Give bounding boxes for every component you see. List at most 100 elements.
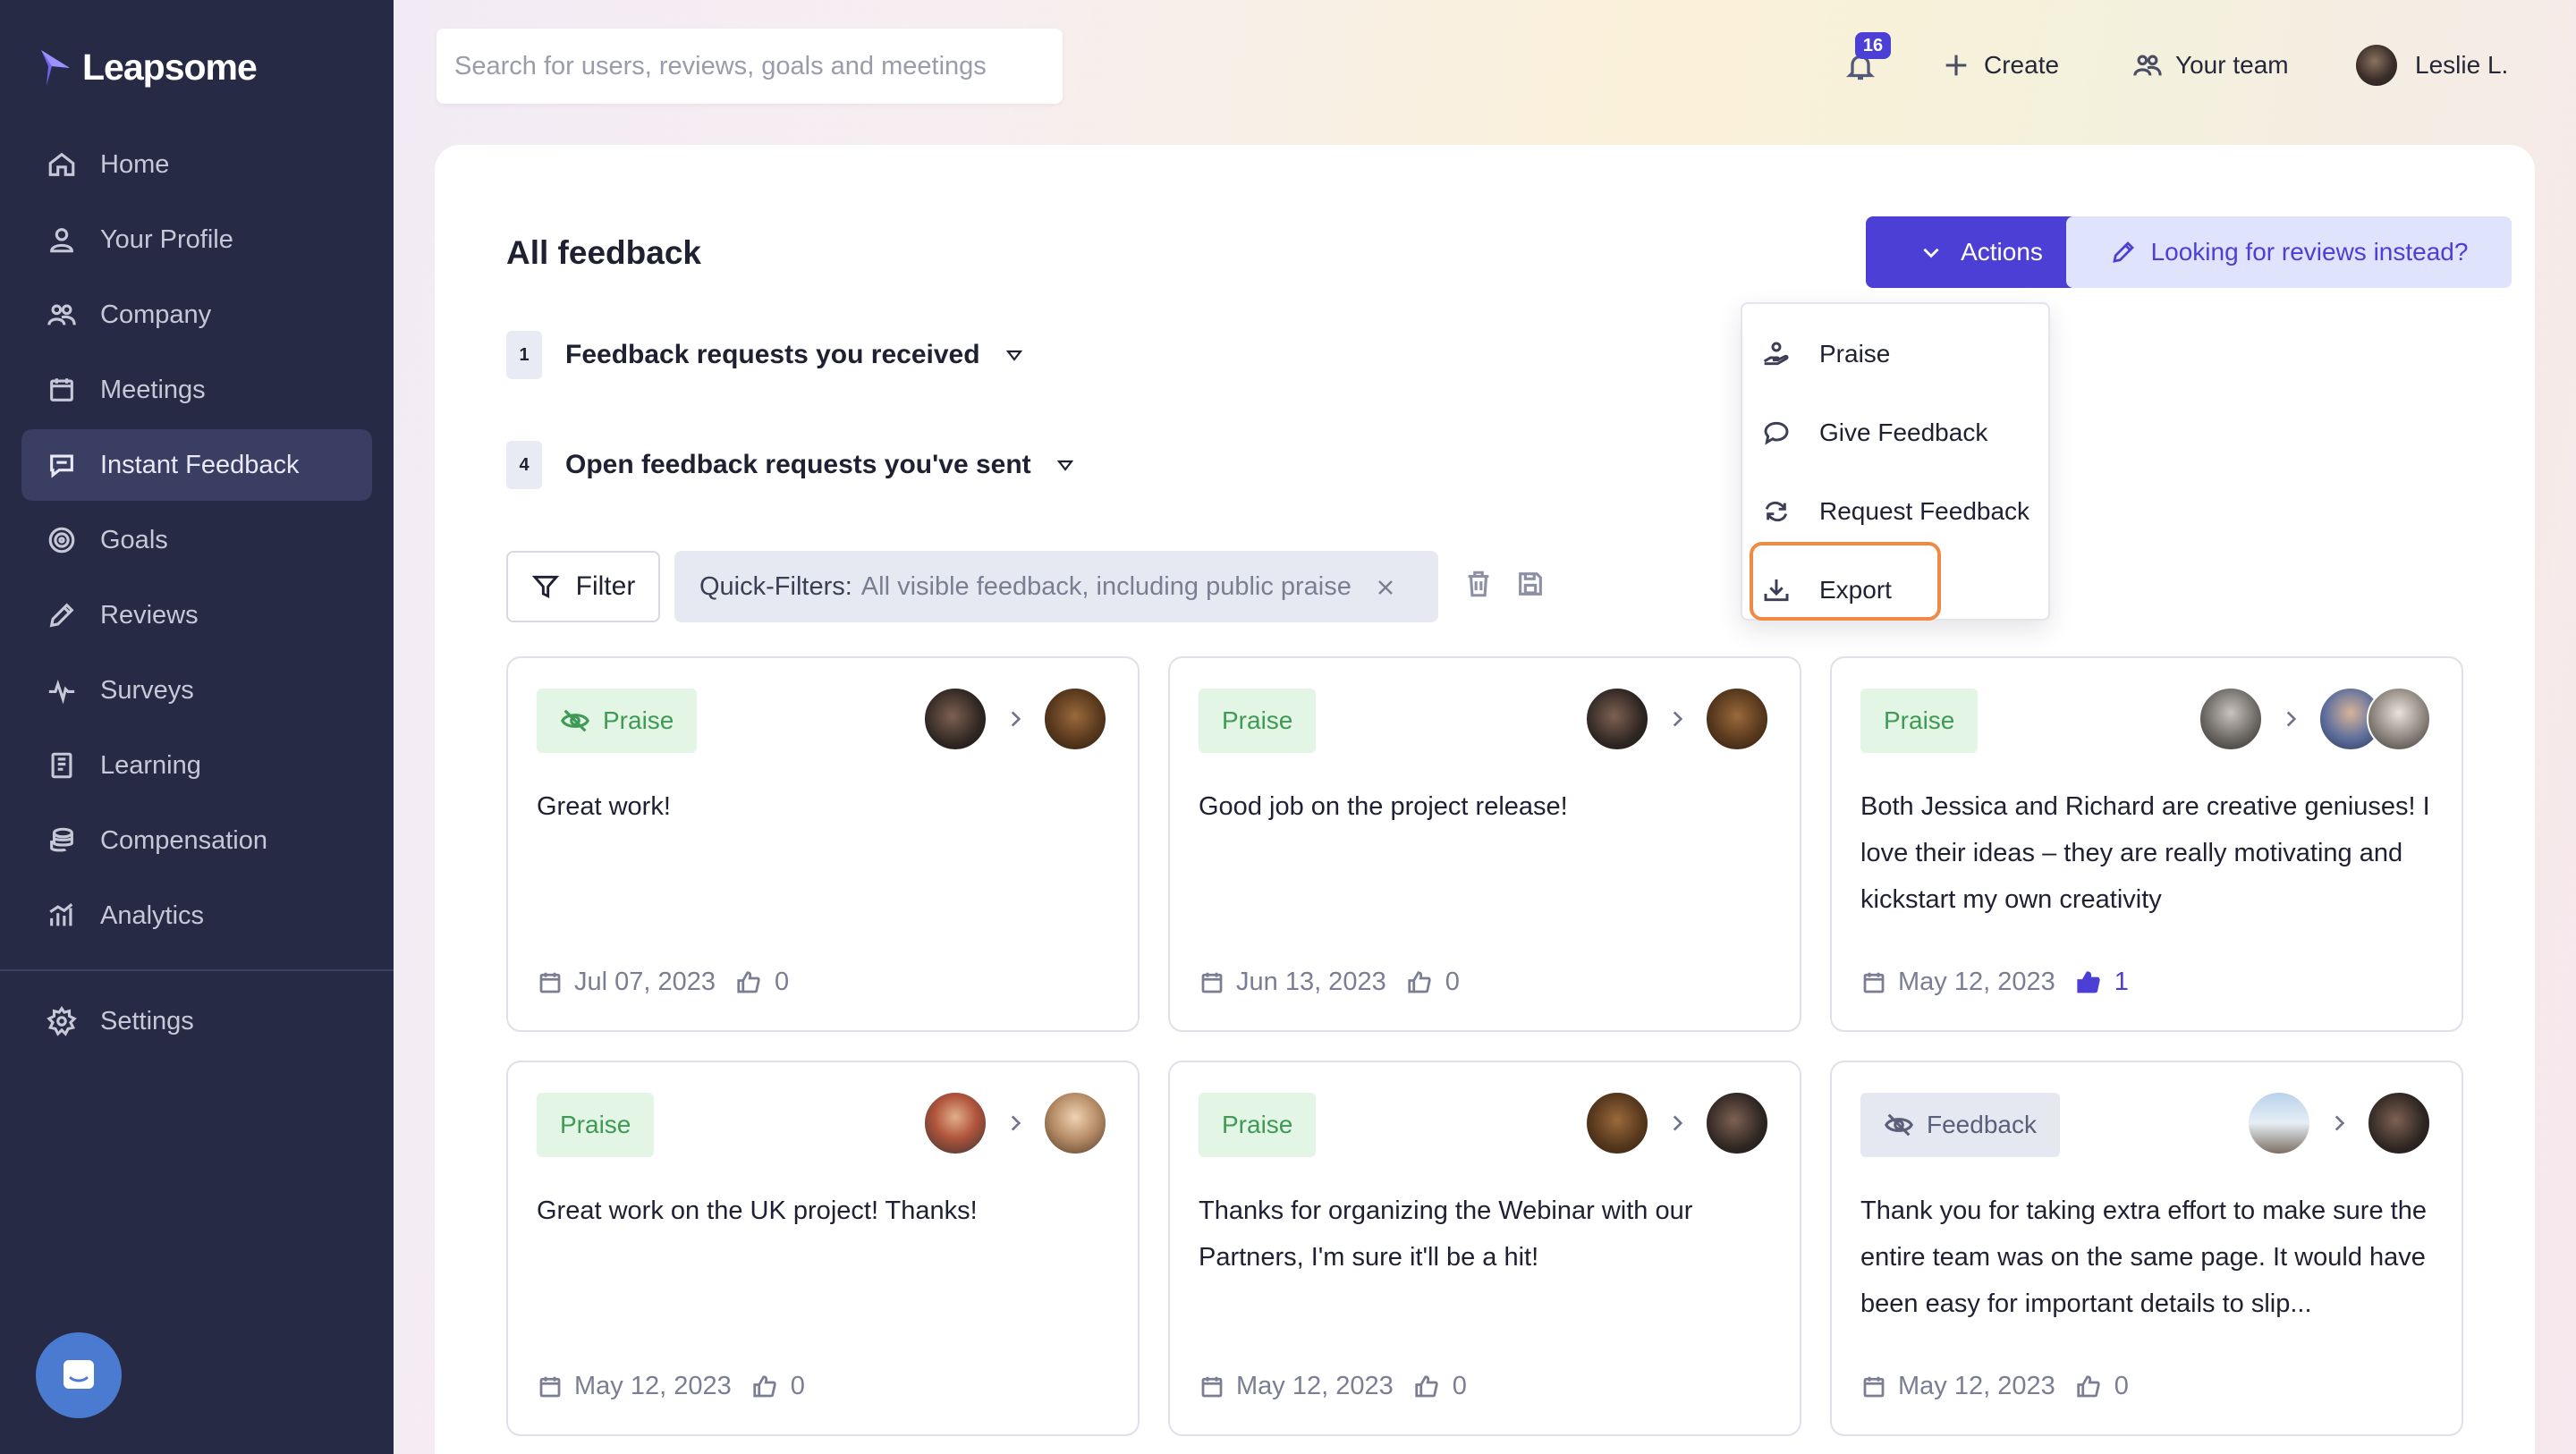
menu-item-request-feedback[interactable]: Request Feedback <box>1762 479 2029 544</box>
feedback-card[interactable]: Praise Great work on the UK project! Tha… <box>506 1061 1140 1436</box>
like-count: 0 <box>1452 1372 1467 1400</box>
home-icon <box>48 152 75 176</box>
sidebar-divider <box>0 969 394 971</box>
user-icon <box>50 228 73 253</box>
brand-logo[interactable]: Leapsome <box>39 46 258 89</box>
pencil-icon <box>49 603 74 628</box>
sidebar-item-label: Compensation <box>100 825 267 855</box>
sidebar-item-instant-feedback[interactable]: Instant Feedback <box>21 429 372 501</box>
praise-hand-icon <box>1763 342 1789 366</box>
sidebar-item-label: Instant Feedback <box>100 450 300 479</box>
book-icon <box>51 752 72 779</box>
sidebar-item-label: Reviews <box>100 600 199 630</box>
feedback-date: May 12, 2023 <box>1236 1372 1394 1400</box>
sidebar-item-label: Settings <box>100 1006 194 1036</box>
like-count: 0 <box>775 968 790 996</box>
actions-button[interactable]: Actions <box>1866 216 2097 288</box>
avatar[interactable] <box>1043 1091 1107 1155</box>
avatar[interactable] <box>923 687 987 751</box>
your-team-button[interactable]: Your team <box>2132 43 2289 88</box>
like-button[interactable]: 0 <box>2075 1372 2129 1401</box>
feedback-card[interactable]: Praise Great work! Jul 07, 2023 0 <box>506 656 1140 1032</box>
feedback-meta: Jul 07, 2023 0 <box>537 968 789 997</box>
feedback-meta: Jun 13, 2023 0 <box>1199 968 1460 997</box>
sidebar-item-meetings[interactable]: Meetings <box>21 354 372 426</box>
save-icon <box>1519 572 1542 596</box>
avatar[interactable] <box>2199 687 2263 751</box>
sidebar-item-learning[interactable]: Learning <box>21 730 372 801</box>
delete-filter-button[interactable] <box>1463 569 1497 603</box>
sidebar-item-label: Learning <box>100 750 201 780</box>
clear-filter-button[interactable] <box>1375 576 1396 597</box>
menu-item-give-feedback[interactable]: Give Feedback <box>1762 401 1987 465</box>
create-button[interactable]: Create <box>1941 43 2059 88</box>
sidebar-item-settings[interactable]: Settings <box>21 985 372 1057</box>
feedback-participants <box>1585 687 1769 751</box>
sidebar-item-compensation[interactable]: Compensation <box>21 805 372 876</box>
feedback-card[interactable]: Praise Good job on the project release! … <box>1168 656 1801 1032</box>
calendar-icon <box>1201 972 1223 993</box>
requests-sent-toggle[interactable]: 4 Open feedback requests you've sent <box>506 441 1076 489</box>
pulse-icon <box>48 679 75 705</box>
search-input[interactable] <box>454 51 1063 81</box>
tag-label: Praise <box>1222 1111 1293 1138</box>
avatar[interactable] <box>1585 687 1649 751</box>
sidebar-item-company[interactable]: Company <box>21 279 372 351</box>
like-button[interactable]: 0 <box>1413 1372 1467 1401</box>
thumbs-up-icon <box>753 1374 776 1397</box>
save-filter-button[interactable] <box>1515 569 1549 603</box>
sidebar-nav: Home Your Profile Company Meetings Insta… <box>21 129 372 955</box>
triangle-down-icon <box>1056 460 1073 471</box>
sidebar-settings-group: Settings <box>21 985 372 1061</box>
trash-icon <box>1468 571 1489 597</box>
filter-button[interactable]: Filter <box>506 551 660 622</box>
sidebar-item-home[interactable]: Home <box>21 129 372 200</box>
avatar[interactable] <box>1585 1091 1649 1155</box>
like-count: 0 <box>2114 1372 2129 1400</box>
feedback-text: Both Jessica and Richard are creative ge… <box>1860 792 2430 914</box>
avatar[interactable] <box>2247 1091 2311 1155</box>
praise-tag: Praise <box>537 1093 655 1157</box>
praise-tag: Praise <box>1199 1093 1317 1157</box>
feedback-date: May 12, 2023 <box>1898 968 2055 996</box>
feedback-text: Great work on the UK project! Thanks! <box>537 1196 978 1225</box>
feedback-card[interactable]: Feedback Thank you for taking extra effo… <box>1830 1061 2463 1436</box>
sidebar-item-your-profile[interactable]: Your Profile <box>21 204 372 275</box>
like-button[interactable]: 0 <box>735 968 789 997</box>
like-button[interactable]: 1 <box>2075 968 2129 997</box>
user-menu[interactable]: Leslie L. <box>2356 43 2508 88</box>
avatar[interactable] <box>1705 687 1769 751</box>
sidebar-item-analytics[interactable]: Analytics <box>21 880 372 951</box>
reviews-instead-button[interactable]: Looking for reviews instead? <box>2066 216 2512 288</box>
global-search[interactable] <box>436 29 1063 104</box>
avatar[interactable] <box>923 1091 987 1155</box>
support-chat-button[interactable] <box>36 1332 122 1418</box>
eye-off-icon <box>1885 1113 1913 1137</box>
user-name: Leslie L. <box>2415 51 2509 79</box>
sidebar-item-surveys[interactable]: Surveys <box>21 655 372 726</box>
avatar[interactable] <box>1705 1091 1769 1155</box>
like-button[interactable]: 0 <box>751 1372 805 1401</box>
requests-received-toggle[interactable]: 1 Feedback requests you received <box>506 331 1025 379</box>
sidebar-item-label: Goals <box>100 525 168 554</box>
menu-item-praise[interactable]: Praise <box>1762 322 1890 386</box>
feedback-card[interactable]: Praise Both Jessica and Richard are crea… <box>1830 656 2463 1032</box>
avatar[interactable] <box>2367 687 2431 751</box>
feedback-text: Good job on the project release! <box>1199 792 1568 821</box>
speech-bubble-icon <box>1764 421 1789 445</box>
menu-item-export[interactable]: Export <box>1762 558 1892 622</box>
download-icon <box>1764 579 1789 602</box>
chevron-right-icon <box>2334 1115 2345 1131</box>
your-team-label: Your team <box>2175 51 2289 79</box>
sidebar-item-label: Meetings <box>100 375 206 404</box>
feedback-card[interactable]: Praise Thanks for organizing the Webinar… <box>1168 1061 1801 1436</box>
calendar-icon <box>1863 972 1885 993</box>
avatar[interactable] <box>2367 1091 2431 1155</box>
sidebar-item-reviews[interactable]: Reviews <box>21 579 372 651</box>
sidebar-item-goals[interactable]: Goals <box>21 504 372 576</box>
avatar[interactable] <box>1043 687 1107 751</box>
praise-tag: Praise <box>537 689 698 753</box>
quick-filter-chip[interactable]: Quick-Filters: All visible feedback, inc… <box>674 551 1438 622</box>
coins-icon <box>50 827 73 852</box>
like-button[interactable]: 0 <box>1406 968 1460 997</box>
